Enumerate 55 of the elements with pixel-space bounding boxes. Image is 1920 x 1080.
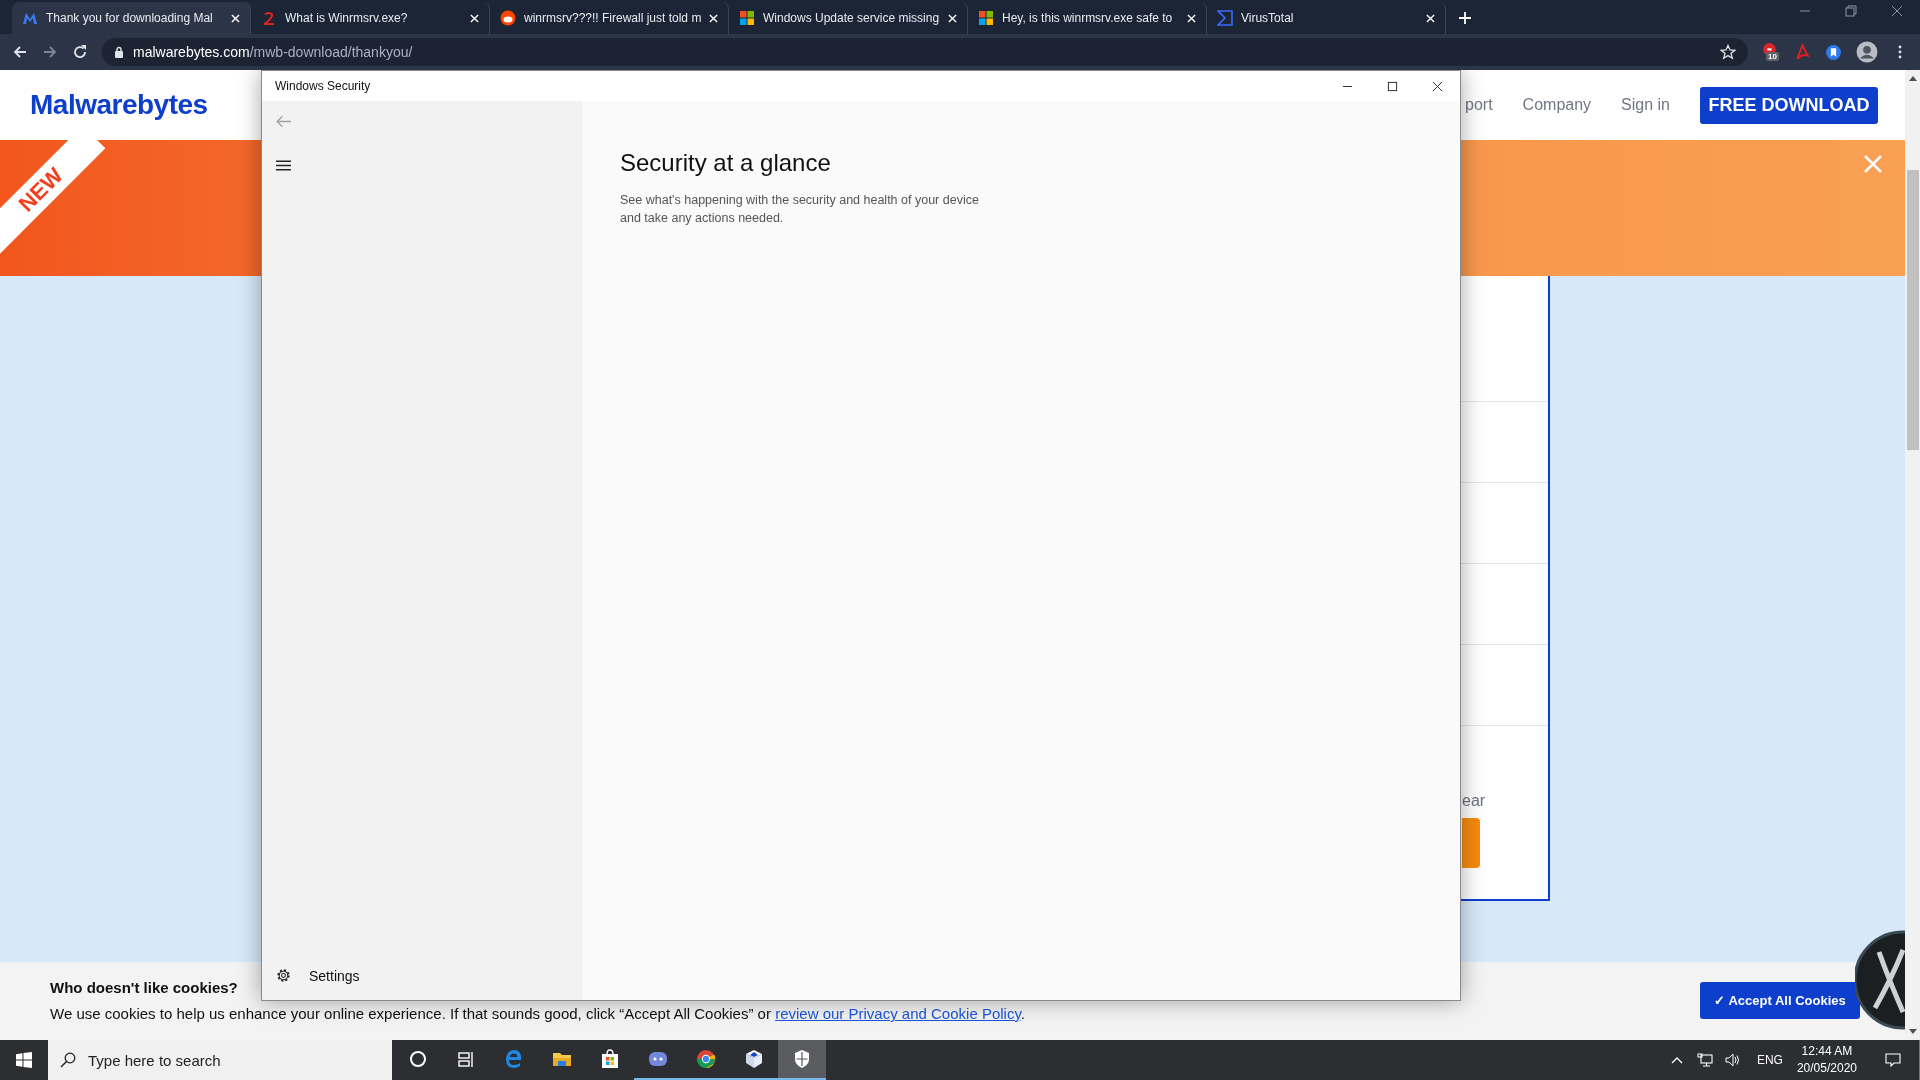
volume-icon[interactable] (1724, 1052, 1741, 1068)
scroll-up-icon[interactable] (1907, 75, 1918, 81)
task-view-icon (456, 1049, 476, 1069)
chrome-logo-icon (696, 1049, 716, 1069)
swirl-logo-icon (261, 10, 277, 26)
extension-badge: 10 (1766, 52, 1779, 61)
avatar-icon[interactable] (1856, 41, 1878, 63)
page-heading: Security at a glance (620, 149, 832, 177)
download-button[interactable]: FREE DOWNLOAD (1700, 86, 1878, 124)
settings-item[interactable]: Settings (275, 967, 360, 984)
squares-logo-icon (978, 10, 994, 26)
start-icon[interactable] (16, 1052, 32, 1068)
nav-link[interactable]: port (1465, 96, 1493, 114)
lock-icon (114, 46, 124, 58)
scrollbar-thumb[interactable] (1906, 170, 1919, 450)
back-icon[interactable] (12, 44, 28, 60)
accept-cookies-button[interactable]: ✓ Accept All Cookies (1700, 982, 1860, 1019)
taskbar-app[interactable] (778, 1040, 826, 1080)
close-icon[interactable] (1432, 80, 1443, 92)
privacy-link[interactable]: review our Privacy and Cookie Policy (775, 1005, 1021, 1022)
page-description: See what's happening with the security and health of your device and take any actions needed. (620, 192, 980, 227)
shopping-bag-icon (600, 1049, 620, 1069)
nav-link[interactable]: Sign in (1621, 96, 1670, 114)
network-icon[interactable] (1696, 1052, 1713, 1068)
nav-link[interactable]: Company (1522, 96, 1592, 114)
browser-tab[interactable]: Thank you for downloading Mal (12, 2, 251, 34)
squares-logo-icon (739, 10, 755, 26)
window-title: Windows Security (275, 79, 371, 93)
restore-icon[interactable] (1845, 5, 1857, 17)
pdf-icon[interactable] (1794, 43, 1811, 61)
maximize-icon[interactable] (1387, 80, 1398, 92)
e-logo-icon (504, 1049, 524, 1069)
address-bar[interactable]: malwarebytes.com/mwb-download/thankyou/ (102, 38, 1748, 66)
star-icon[interactable] (1720, 44, 1736, 60)
search-icon (60, 1052, 76, 1068)
sigma-logo-icon (1217, 10, 1233, 26)
scrollbar[interactable] (1905, 70, 1920, 1040)
logo[interactable]: Malwarebytes (30, 89, 208, 121)
new-tab-icon[interactable] (1458, 11, 1472, 25)
scroll-down-icon[interactable] (1907, 1029, 1918, 1035)
search-field[interactable]: Type here to search (48, 1040, 392, 1080)
reload-icon[interactable] (72, 44, 88, 60)
cookie-title: Who doesn't like cookies? (50, 979, 239, 996)
chat-icon (648, 1049, 668, 1069)
bookmark-icon[interactable] (1825, 43, 1842, 61)
circle-icon (408, 1049, 428, 1069)
clock[interactable]: 12:44 AM 20/05/2020 (1796, 1043, 1857, 1077)
box-icon (744, 1049, 764, 1069)
language-indicator[interactable]: ENG (1756, 1053, 1783, 1067)
settings-icon (275, 967, 292, 984)
forward-icon[interactable] (42, 44, 58, 60)
shield-icon (792, 1049, 812, 1069)
close-bubble-icon[interactable] (1855, 930, 1905, 1030)
price-text: ear (1462, 792, 1486, 810)
notifications-icon[interactable] (1885, 1052, 1901, 1068)
